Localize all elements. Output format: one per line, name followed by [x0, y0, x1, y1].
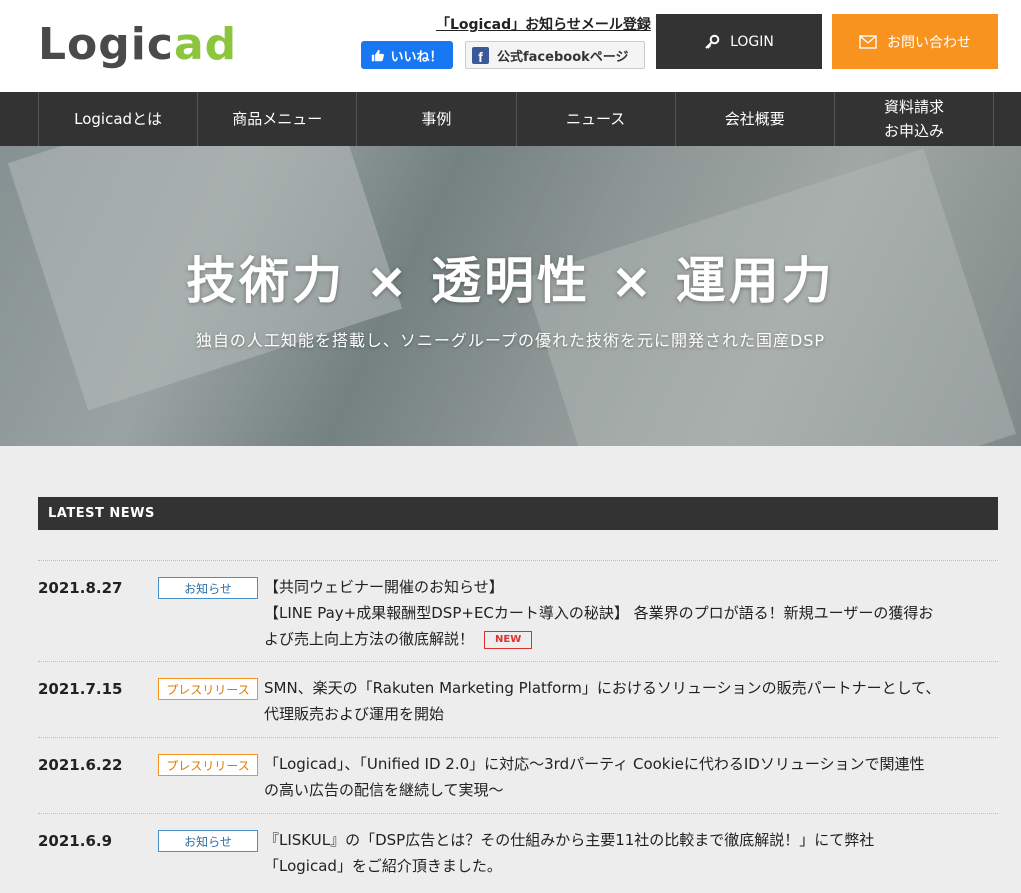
like-label: いいね！ [390, 49, 443, 65]
new-badge: NEW [484, 630, 533, 649]
news-category-badge: お知らせ [158, 830, 258, 852]
hero-banner: 技術力 × 透明性 × 運用力 独自の人工知能を搭載し、ソニーグループの優れた技… [0, 146, 1021, 446]
news-category-badge: プレスリリース [158, 678, 258, 700]
hero-title: 技術力 × 透明性 × 運用力 [186, 252, 835, 310]
contact-label: お問い合わせ [887, 34, 971, 51]
news-item[interactable]: 2021.8.27 お知らせ 【共同ウェビナー開催のお知らせ】 【LINE Pa… [38, 560, 998, 661]
news-date: 2021.8.27 [38, 579, 123, 597]
news-text[interactable]: 【共同ウェビナー開催のお知らせ】 【LINE Pay+成果報酬型DSP+ECカー… [264, 574, 994, 652]
global-navigation: Logicadとは 商品メニュー 事例 ニュース 会社概要 資料請求 お申込み [0, 92, 1021, 146]
news-text-line: 【共同ウェビナー開催のお知らせ】 [264, 578, 504, 596]
mail-signup-link[interactable]: 「Logicad」お知らせメール登録 [436, 14, 651, 34]
news-text-line: 「Logicad」をご紹介頂きました。 [264, 857, 502, 875]
news-text-line: 【LINE Pay+成果報酬型DSP+ECカート導入の秘訣】 各業界のプロが語る… [264, 604, 934, 622]
nav-request-line1: 資料請求 [883, 98, 944, 116]
news-date: 2021.7.15 [38, 680, 123, 698]
nav-item-cases[interactable]: 事例 [356, 92, 515, 146]
news-text[interactable]: 「Logicad」、「Unified ID 2.0」に対応〜3rdパーティ Co… [264, 751, 994, 803]
news-text-line: の高い広告の配信を継続して実現〜 [264, 781, 504, 799]
news-date: 2021.6.9 [38, 832, 113, 850]
news-text-line: 代理販売および運用を開始 [264, 705, 445, 723]
facebook-like-button[interactable]: いいね！ [361, 41, 453, 69]
envelope-icon [859, 34, 877, 49]
news-text-line: SMN、楽天の「Rakuten Marketing Platform」におけるソ… [264, 679, 941, 697]
news-item[interactable]: 2021.6.22 プレスリリース 「Logicad」、「Unified ID … [38, 737, 998, 813]
login-label: LOGIN [730, 33, 774, 50]
facebook-page-label: 公式facebookページ [497, 49, 629, 65]
key-icon [705, 34, 720, 49]
nav-request-line2: お申込み [883, 122, 944, 140]
news-text-line: 「Logicad」、「Unified ID 2.0」に対応〜3rdパーティ Co… [264, 755, 925, 773]
site-header: Logic ad 「Logicad」お知らせメール登録 いいね！ f 公式face… [0, 0, 1021, 92]
nav-item-products[interactable]: 商品メニュー [197, 92, 356, 146]
news-date: 2021.6.22 [38, 756, 123, 774]
nav-item-request[interactable]: 資料請求 お申込み [833, 92, 995, 146]
news-category-badge: お知らせ [158, 577, 258, 599]
news-text-line: よび売上向上方法の徹底解説！ [264, 630, 475, 648]
logo-text-accent: ad [173, 18, 238, 70]
logo-text-primary: Logic [38, 18, 174, 70]
latest-news-heading: LATEST NEWS [38, 497, 998, 530]
news-text-line: 『LISKUL』の「DSP広告とは？その仕組みから主要11社の比較まで徹底解説！… [264, 831, 875, 849]
nav-item-company[interactable]: 会社概要 [674, 92, 834, 146]
nav-item-about[interactable]: Logicadとは [38, 92, 197, 146]
nav-item-news[interactable]: ニュース [515, 92, 675, 146]
news-item[interactable]: 2021.7.15 プレスリリース SMN、楽天の「Rakuten Market… [38, 661, 998, 737]
news-list: 2021.8.27 お知らせ 【共同ウェビナー開催のお知らせ】 【LINE Pa… [38, 560, 998, 893]
news-text[interactable]: 『LISKUL』の「DSP広告とは？その仕組みから主要11社の比較まで徹底解説！… [264, 827, 994, 879]
facebook-page-button[interactable]: f 公式facebookページ [465, 41, 645, 69]
logicad-logo[interactable]: Logic ad [38, 16, 237, 72]
news-text[interactable]: SMN、楽天の「Rakuten Marketing Platform」におけるソ… [264, 675, 994, 727]
thumbs-up-icon [372, 49, 385, 61]
news-category-badge: プレスリリース [158, 754, 258, 776]
news-item[interactable]: 2021.6.9 お知らせ 『LISKUL』の「DSP広告とは？その仕組みから主… [38, 813, 998, 893]
hero-subtitle: 独自の人工知能を搭載し、ソニーグループの優れた技術を元に開発された国産DSP [195, 331, 826, 350]
contact-button[interactable]: お問い合わせ [832, 14, 998, 69]
login-button[interactable]: LOGIN [656, 14, 822, 69]
facebook-icon: f [472, 46, 489, 64]
